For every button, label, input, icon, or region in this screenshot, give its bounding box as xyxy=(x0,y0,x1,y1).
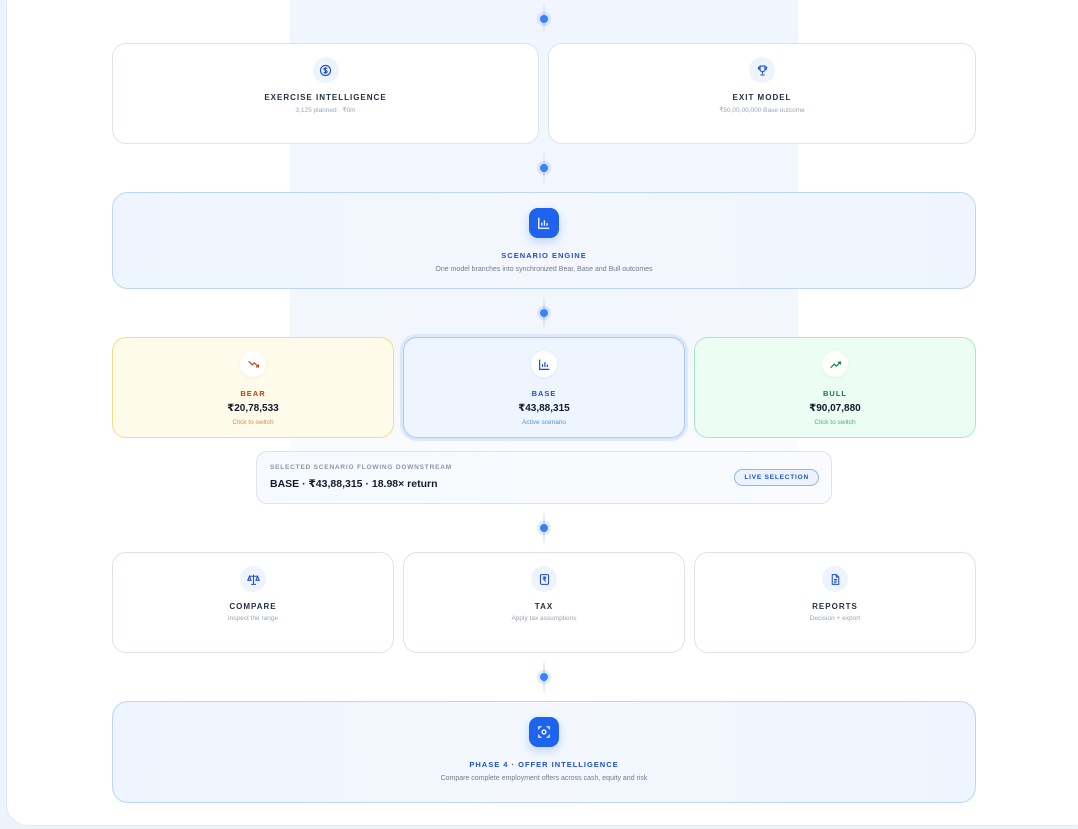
scenario-caption: Active scenario xyxy=(521,419,567,426)
banner-subtitle: One model branches into synchronized Bea… xyxy=(435,266,653,273)
connector xyxy=(540,297,548,329)
scenario-value: ₹43,88,315 xyxy=(518,403,570,414)
connector xyxy=(540,4,548,34)
card-subtitle: Inspect the range xyxy=(227,615,279,622)
scenario-label: BASE xyxy=(531,389,557,398)
scenario-label: BULL xyxy=(823,389,847,398)
scenario-card-base[interactable]: BASE ₹43,88,315 Active scenario xyxy=(403,337,685,438)
scenario-value: ₹90,07,880 xyxy=(809,403,861,414)
scenario-card-bear[interactable]: BEAR ₹20,78,533 Click to switch xyxy=(112,337,394,438)
trend-up-icon xyxy=(822,351,848,377)
card-title: TAX xyxy=(534,602,554,611)
connector xyxy=(540,661,548,693)
card-title: EXIT MODEL xyxy=(732,93,792,102)
selected-scenario-flow: SELECTED SCENARIO FLOWING DOWNSTREAM BAS… xyxy=(256,451,832,504)
reports-card[interactable]: REPORTS Decision + export xyxy=(694,552,976,653)
card-subtitle: 3,125 planned · ₹0m xyxy=(295,107,356,114)
live-selection-badge: LIVE SELECTION xyxy=(734,469,819,486)
phase4-offer-banner[interactable]: PHASE 4 · OFFER INTELLIGENCE Compare com… xyxy=(112,701,976,803)
exercise-intelligence-card[interactable]: EXERCISE INTELLIGENCE 3,125 planned · ₹0… xyxy=(112,43,539,144)
document-icon xyxy=(822,566,848,592)
connector xyxy=(540,152,548,184)
tax-card[interactable]: TAX Apply tax assumptions xyxy=(403,552,685,653)
card-subtitle: ₹50,00,00,000 Base outcome xyxy=(719,107,805,114)
scenario-caption: Click to switch xyxy=(814,419,856,426)
rupee-receipt-icon xyxy=(531,566,557,592)
trend-down-icon xyxy=(240,351,266,377)
banner-subtitle: Compare complete employment offers acros… xyxy=(440,775,648,782)
scenario-engine-banner: SCENARIO ENGINE One model branches into … xyxy=(112,192,976,289)
card-subtitle: Apply tax assumptions xyxy=(511,615,577,622)
card-title: COMPARE xyxy=(229,602,277,611)
connector xyxy=(540,512,548,544)
scenario-value: ₹20,78,533 xyxy=(227,403,279,414)
bar-chart-icon xyxy=(531,351,557,377)
flow-label: SELECTED SCENARIO FLOWING DOWNSTREAM xyxy=(270,464,452,471)
banner-title: SCENARIO ENGINE xyxy=(501,251,587,260)
bar-chart-icon xyxy=(529,208,559,238)
trophy-icon xyxy=(749,57,775,83)
compare-card[interactable]: COMPARE Inspect the range xyxy=(112,552,394,653)
exit-model-card[interactable]: EXIT MODEL ₹50,00,00,000 Base outcome xyxy=(548,43,976,144)
card-title: EXERCISE INTELLIGENCE xyxy=(264,93,387,102)
scenario-card-bull[interactable]: BULL ₹90,07,880 Click to switch xyxy=(694,337,976,438)
scale-icon xyxy=(240,566,266,592)
scan-icon xyxy=(529,717,559,747)
banner-title: PHASE 4 · OFFER INTELLIGENCE xyxy=(469,760,619,769)
card-title: REPORTS xyxy=(812,602,858,611)
card-subtitle: Decision + export xyxy=(809,615,861,622)
flow-value: BASE · ₹43,88,315 · 18.98× return xyxy=(270,478,438,490)
dollar-coin-icon xyxy=(312,57,339,83)
scenario-label: BEAR xyxy=(240,389,266,398)
scenario-caption: Click to switch xyxy=(232,419,274,426)
